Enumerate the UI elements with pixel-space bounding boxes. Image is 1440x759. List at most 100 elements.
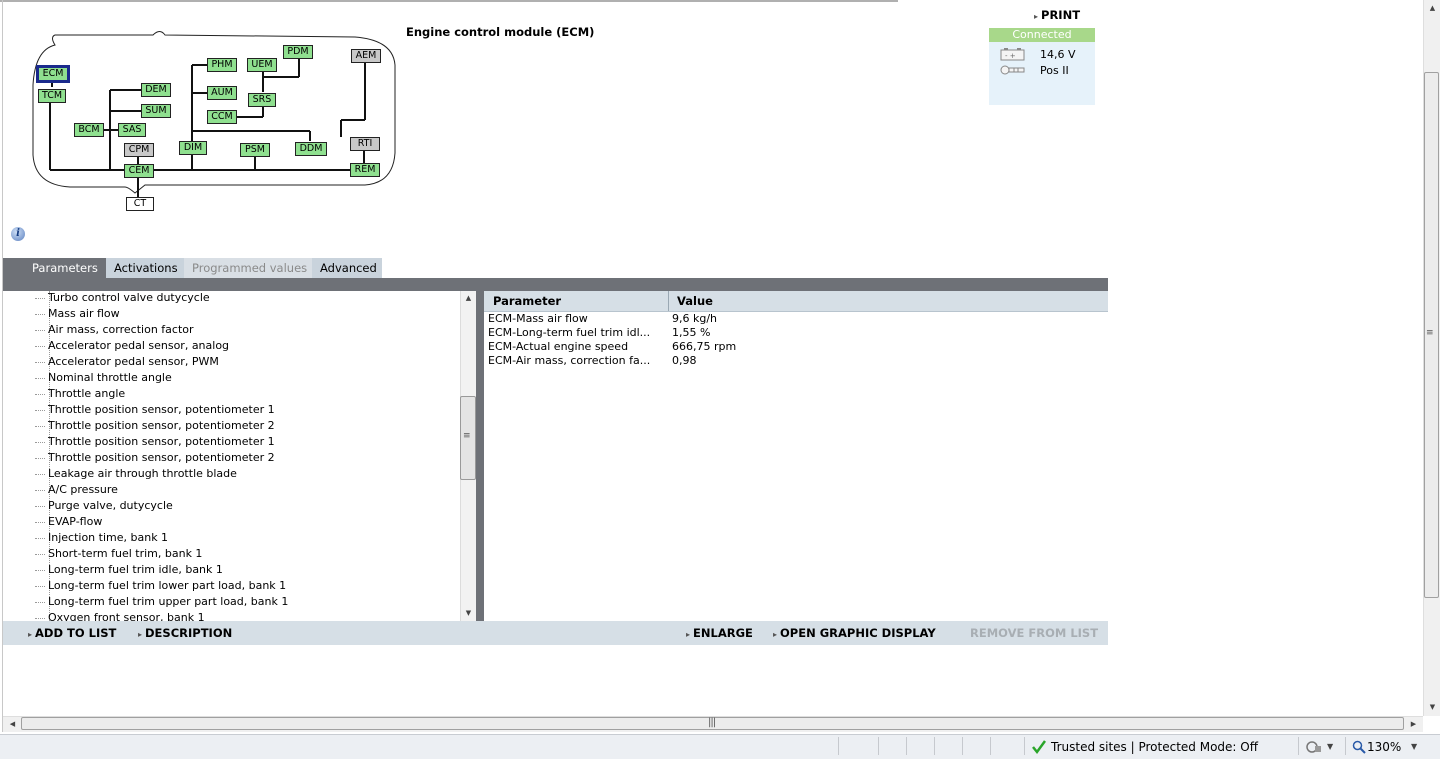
tree-item[interactable]: Throttle position sensor, potentiometer … — [35, 418, 275, 434]
tree-item[interactable]: Purge valve, dutycycle — [35, 498, 173, 514]
node-aum[interactable]: AUM — [207, 86, 237, 100]
column-header-parameter[interactable]: Parameter — [493, 291, 561, 311]
open-graphic-display-button[interactable]: ▸ OPEN GRAPHIC DISPLAY — [773, 621, 936, 645]
node-ccm[interactable]: CCM — [207, 110, 237, 124]
zoom-level[interactable]: 130% — [1367, 735, 1401, 759]
scroll-down-icon[interactable]: ▼ — [1425, 703, 1440, 711]
tree-item[interactable]: Accelerator pedal sensor, analog — [34, 338, 229, 354]
arrow-right-icon: ▸ — [773, 630, 778, 639]
panel-splitter[interactable] — [476, 291, 484, 621]
tab-programmed-values[interactable]: Programmed values — [184, 258, 312, 278]
status-divider — [1298, 737, 1299, 755]
column-divider[interactable] — [668, 291, 669, 311]
table-row-parameter[interactable]: ECM-Long-term fuel trim idl... — [488, 326, 650, 340]
node-phm[interactable]: PHM — [207, 58, 237, 72]
node-dem[interactable]: DEM — [141, 83, 171, 97]
parameter-table: Parameter Value ECM-Mass air flow 9,6 kg… — [484, 291, 1108, 621]
node-bcm[interactable]: BCM — [74, 123, 104, 137]
tree-item[interactable]: Mass air flow — [35, 306, 120, 322]
grip-icon: ||| — [708, 717, 716, 728]
scroll-right-icon[interactable]: ▶ — [1406, 720, 1421, 728]
node-ecm[interactable]: ECM — [36, 65, 70, 83]
table-row-value: 1,55 % — [672, 326, 711, 339]
tree-item[interactable]: Oxygen front sensor, bank 1 — [35, 610, 205, 621]
status-divider — [990, 737, 991, 755]
node-rti[interactable]: RTI — [350, 137, 380, 151]
column-header-value[interactable]: Value — [677, 291, 713, 311]
scroll-left-icon[interactable]: ◀ — [5, 720, 20, 728]
tree-item[interactable]: Long-term fuel trim upper part load, ban… — [34, 594, 288, 610]
node-ct[interactable]: CT — [126, 197, 154, 211]
status-divider — [838, 737, 839, 755]
table-row-value: 9,6 kg/h — [672, 312, 718, 325]
tab-bar — [3, 278, 1108, 291]
parameter-tree[interactable]: Turbo control valve dutycycle Mass air f… — [3, 291, 460, 621]
tree-item[interactable]: Throttle position sensor, potentiometer … — [35, 434, 275, 450]
tree-item[interactable]: Injection time, bank 1 — [34, 530, 168, 546]
tree-item[interactable]: Nominal throttle angle — [35, 370, 172, 386]
scroll-up-icon[interactable]: ▲ — [1425, 4, 1440, 12]
status-divider — [906, 737, 907, 755]
info-icon[interactable]: i — [11, 227, 25, 241]
dropdown-arrow-icon[interactable]: ▼ — [1327, 735, 1333, 759]
tree-scrollbar-thumb[interactable]: ≡ — [460, 396, 476, 480]
security-zone-text[interactable]: Trusted sites | Protected Mode: Off — [1051, 735, 1258, 759]
node-psm[interactable]: PSM — [240, 143, 270, 157]
add-to-list-button[interactable]: ▸ ADD TO LIST — [28, 621, 116, 645]
status-divider — [962, 737, 963, 755]
node-sum[interactable]: SUM — [141, 104, 171, 118]
table-row-value: 666,75 rpm — [672, 340, 737, 353]
node-srs[interactable]: SRS — [248, 93, 276, 107]
network-diagram: ECM TCM BCM SAS DEM SUM CPM CEM CT PHM A… — [25, 25, 405, 220]
add-to-list-label: ADD TO LIST — [35, 626, 117, 640]
page-vertical-scrollbar-thumb[interactable]: ≡ — [1424, 72, 1439, 598]
remove-from-list-button[interactable]: REMOVE FROM LIST — [970, 621, 1098, 645]
scroll-down-icon[interactable]: ▼ — [461, 609, 476, 617]
zoom-icon[interactable] — [1352, 740, 1366, 754]
node-rem[interactable]: REM — [350, 163, 380, 177]
tree-item[interactable]: EVAP-flow — [34, 514, 102, 530]
tree-item[interactable]: A/C pressure — [35, 482, 118, 498]
node-dim[interactable]: DIM — [179, 141, 207, 155]
tab-parameters[interactable]: Parameters — [3, 258, 106, 278]
table-row-parameter[interactable]: ECM-Actual engine speed — [488, 340, 628, 354]
tree-item[interactable]: Throttle angle — [34, 386, 125, 402]
node-cem[interactable]: CEM — [124, 164, 154, 178]
page-title: Engine control module (ECM) — [406, 25, 595, 39]
table-row-parameter[interactable]: ECM-Mass air flow — [488, 312, 588, 326]
battery-voltage: 14,6 V — [1040, 48, 1076, 61]
svg-text:- +: - + — [1005, 52, 1016, 60]
protected-mode-icon[interactable] — [1305, 740, 1323, 754]
node-pdm[interactable]: PDM — [283, 45, 313, 59]
description-label: DESCRIPTION — [145, 626, 233, 640]
tree-item[interactable]: Long-term fuel trim lower part load, ban… — [34, 578, 286, 594]
description-button[interactable]: ▸ DESCRIPTION — [138, 621, 232, 645]
dropdown-arrow-icon[interactable]: ▼ — [1411, 735, 1417, 759]
node-cpm[interactable]: CPM — [124, 143, 154, 157]
grip-icon: ≡ — [463, 431, 470, 441]
enlarge-label: ENLARGE — [693, 626, 753, 640]
node-uem[interactable]: UEM — [247, 58, 277, 72]
tree-item[interactable]: Air mass, correction factor — [35, 322, 194, 338]
tree-item[interactable]: Short-term fuel trim, bank 1 — [34, 546, 202, 562]
node-sas[interactable]: SAS — [118, 123, 146, 137]
tree-item[interactable]: Accelerator pedal sensor, PWM — [35, 354, 219, 370]
connection-badge: Connected — [989, 28, 1095, 42]
enlarge-button[interactable]: ▸ ENLARGE — [686, 621, 753, 645]
action-bar: ▸ ADD TO LIST ▸ DESCRIPTION ▸ ENLARGE ▸ OPEN… — [3, 621, 1108, 645]
tree-item[interactable]: Throttle position sensor, potentiometer … — [35, 402, 275, 418]
tree-item[interactable]: Leakage air through throttle blade — [35, 466, 237, 482]
page-horizontal-scrollbar-thumb[interactable]: ||| — [21, 717, 1404, 730]
tree-item[interactable]: Turbo control valve dutycycle — [35, 291, 210, 306]
tree-item[interactable]: Throttle position sensor, potentiometer … — [35, 450, 275, 466]
node-ddm[interactable]: DDM — [295, 142, 327, 156]
node-aem[interactable]: AEM — [351, 49, 381, 63]
tree-item[interactable]: Long-term fuel trim idle, bank 1 — [35, 562, 223, 578]
node-tcm[interactable]: TCM — [38, 89, 66, 103]
tab-advanced[interactable]: Advanced — [312, 258, 382, 278]
connection-status-panel: Connected - + 14,6 V Pos II — [989, 28, 1095, 105]
scroll-up-icon[interactable]: ▲ — [461, 294, 476, 302]
print-button[interactable]: ▸ PRINT — [1034, 8, 1080, 22]
tab-activations[interactable]: Activations — [106, 258, 184, 278]
table-row-parameter[interactable]: ECM-Air mass, correction fa... — [488, 354, 650, 368]
